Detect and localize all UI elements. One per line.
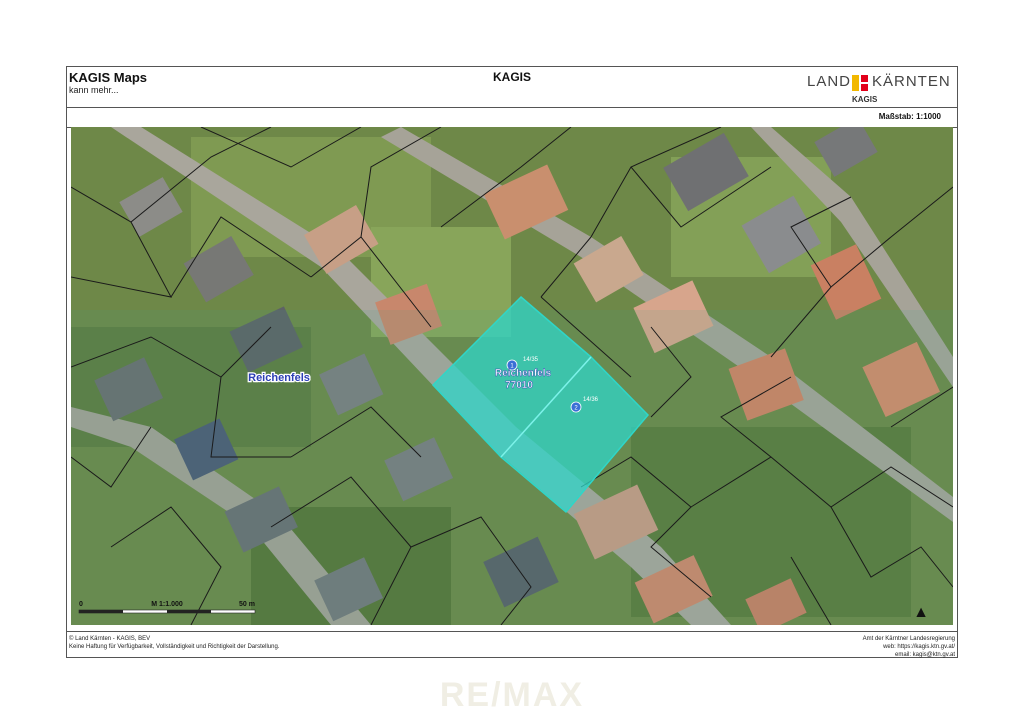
email-link[interactable]: email: kagis@ktn.gv.at: [863, 651, 955, 659]
parcel-1-number: 14/35: [523, 357, 539, 363]
disclaimer-text: Keine Haftung für Verfügbarkeit, Vollstä…: [69, 644, 280, 650]
footer-right: Amt der Kärntner Landesregierung web: ht…: [863, 635, 955, 659]
kaernten-flag-icon: [852, 75, 868, 91]
logo-kagis-text: KAGIS: [852, 95, 878, 104]
aerial-map[interactable]: 1 14/35 2 14/36 Reichenfels 77010 Reiche…: [71, 127, 953, 625]
north-arrow-icon: ▲: [913, 604, 929, 621]
header: KAGIS Maps kann mehr... KAGIS LAND KÄRNT…: [67, 67, 957, 108]
logo-kaernten-text: KÄRNTEN: [872, 73, 951, 90]
authority-text: Amt der Kärntner Landesregierung: [862, 636, 955, 642]
app-subtitle: kann mehr...: [69, 85, 119, 95]
web-link[interactable]: web: https://kagis.ktn.gv.at/: [863, 643, 955, 651]
parcel-name-label: Reichenfels: [495, 368, 552, 379]
map-print-frame: KAGIS Maps kann mehr... KAGIS LAND KÄRNT…: [66, 66, 958, 658]
scale-row: Maßstab: 1:1000: [67, 107, 957, 128]
land-kaernten-logo: LAND KÄRNTEN KAGIS: [799, 71, 951, 105]
scale-value: 1:1000: [916, 112, 941, 121]
watermark: RE/MAX: [439, 676, 585, 714]
scale-indicator: Maßstab: 1:1000: [879, 112, 941, 121]
parcel-code-label: 77010: [505, 380, 533, 391]
scalebar-ratio: M 1:1.000: [151, 601, 183, 608]
scalebar-max: 50 m: [239, 601, 255, 608]
place-label: Reichenfels: [248, 372, 310, 384]
scalebar-zero: 0: [79, 601, 83, 608]
copyright-text: © Land Kärnten - KAGIS, BEV: [69, 636, 151, 642]
map-canvas[interactable]: 1 14/35 2 14/36 Reichenfels 77010 Reiche…: [71, 127, 953, 625]
logo-land-text: LAND: [807, 73, 852, 90]
parcel-2-number: 14/36: [583, 397, 599, 403]
scale-label: Maßstab:: [878, 112, 914, 121]
footer: © Land Kärnten - KAGIS, BEV Keine Haftun…: [67, 631, 957, 658]
footer-left: © Land Kärnten - KAGIS, BEV Keine Haftun…: [69, 635, 279, 651]
